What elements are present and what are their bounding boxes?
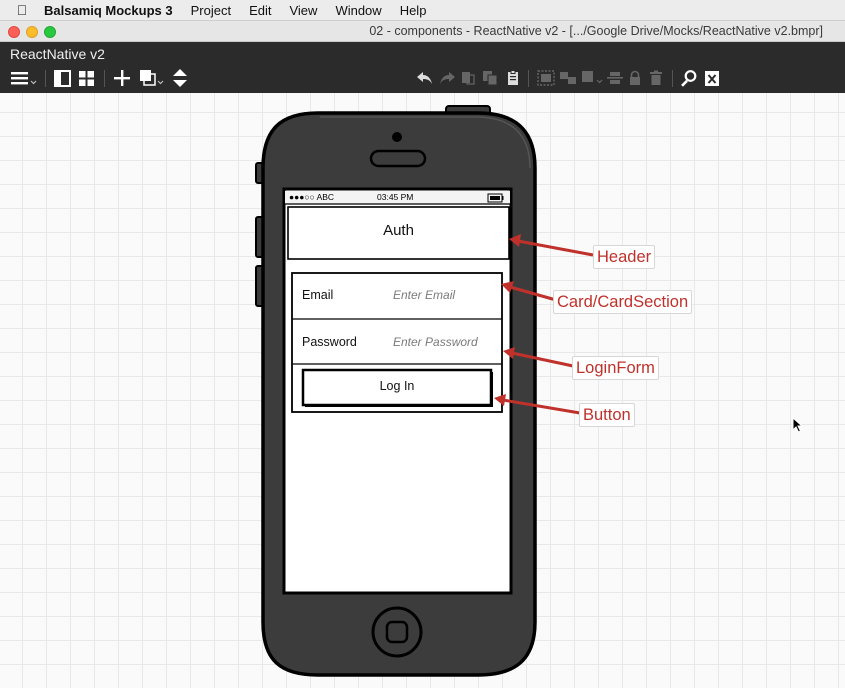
copy-icon[interactable]: [482, 68, 498, 88]
header-title: Auth: [383, 222, 414, 239]
window-close-button[interactable]: [8, 26, 20, 38]
password-input[interactable]: Enter Password: [393, 335, 493, 349]
layer-order-icon[interactable]: [139, 68, 165, 88]
redo-icon[interactable]: [438, 68, 456, 88]
cut-icon[interactable]: [460, 68, 476, 88]
status-bar-time: 03:45 PM: [377, 192, 414, 202]
annotation-login-form[interactable]: LoginForm: [572, 356, 659, 380]
menu-item-view[interactable]: View: [289, 3, 317, 18]
window-title-bar: 02 - components - ReactNative v2 - [.../…: [0, 21, 845, 42]
mockup-canvas[interactable]: ●●●○○ ABC 03:45 PM Auth Email Enter Emai…: [0, 93, 845, 688]
trash-icon[interactable]: [648, 68, 664, 88]
email-input[interactable]: Enter Email: [393, 288, 463, 302]
menu-bar:  Balsamiq Mockups 3 Project Edit View W…: [0, 0, 845, 21]
arrange-icon[interactable]: [170, 68, 190, 88]
menu-item-help[interactable]: Help: [400, 3, 427, 18]
window-minimize-button[interactable]: [26, 26, 38, 38]
search-icon[interactable]: [680, 68, 698, 88]
annotation-button[interactable]: Button: [579, 403, 635, 427]
password-label: Password: [302, 335, 357, 349]
menu-item-project[interactable]: Project: [191, 3, 231, 18]
apple-logo-icon[interactable]: : [0, 2, 44, 18]
annotation-header[interactable]: Header: [593, 245, 656, 269]
lock-icon[interactable]: [627, 68, 643, 88]
paste-icon[interactable]: [505, 68, 521, 88]
mouse-cursor-icon: [792, 417, 804, 433]
menu-app-name[interactable]: Balsamiq Mockups 3: [44, 3, 173, 18]
close-document-icon[interactable]: [703, 68, 721, 88]
email-label: Email: [302, 288, 334, 302]
align-icon[interactable]: [581, 68, 605, 88]
app-header: ReactNative v2: [0, 42, 845, 93]
undo-icon[interactable]: [416, 68, 434, 88]
group-icon[interactable]: [537, 68, 555, 88]
menu-item-window[interactable]: Window: [335, 3, 381, 18]
ungroup-icon[interactable]: [559, 68, 577, 88]
project-name[interactable]: ReactNative v2: [10, 46, 105, 62]
menu-item-edit[interactable]: Edit: [249, 3, 271, 18]
toggle-panel-icon[interactable]: [53, 68, 71, 88]
distribute-icon[interactable]: [606, 68, 624, 88]
hamburger-menu-icon[interactable]: [10, 68, 38, 88]
status-bar-carrier: ●●●○○ ABC: [289, 192, 335, 202]
annotation-card[interactable]: Card/CardSection: [553, 290, 693, 314]
window-maximize-button[interactable]: [44, 26, 56, 38]
add-icon[interactable]: [112, 68, 132, 88]
window-title: 02 - components - ReactNative v2 - [.../…: [369, 24, 823, 38]
login-button[interactable]: Log In: [303, 379, 491, 393]
grid-view-icon[interactable]: [77, 68, 95, 88]
